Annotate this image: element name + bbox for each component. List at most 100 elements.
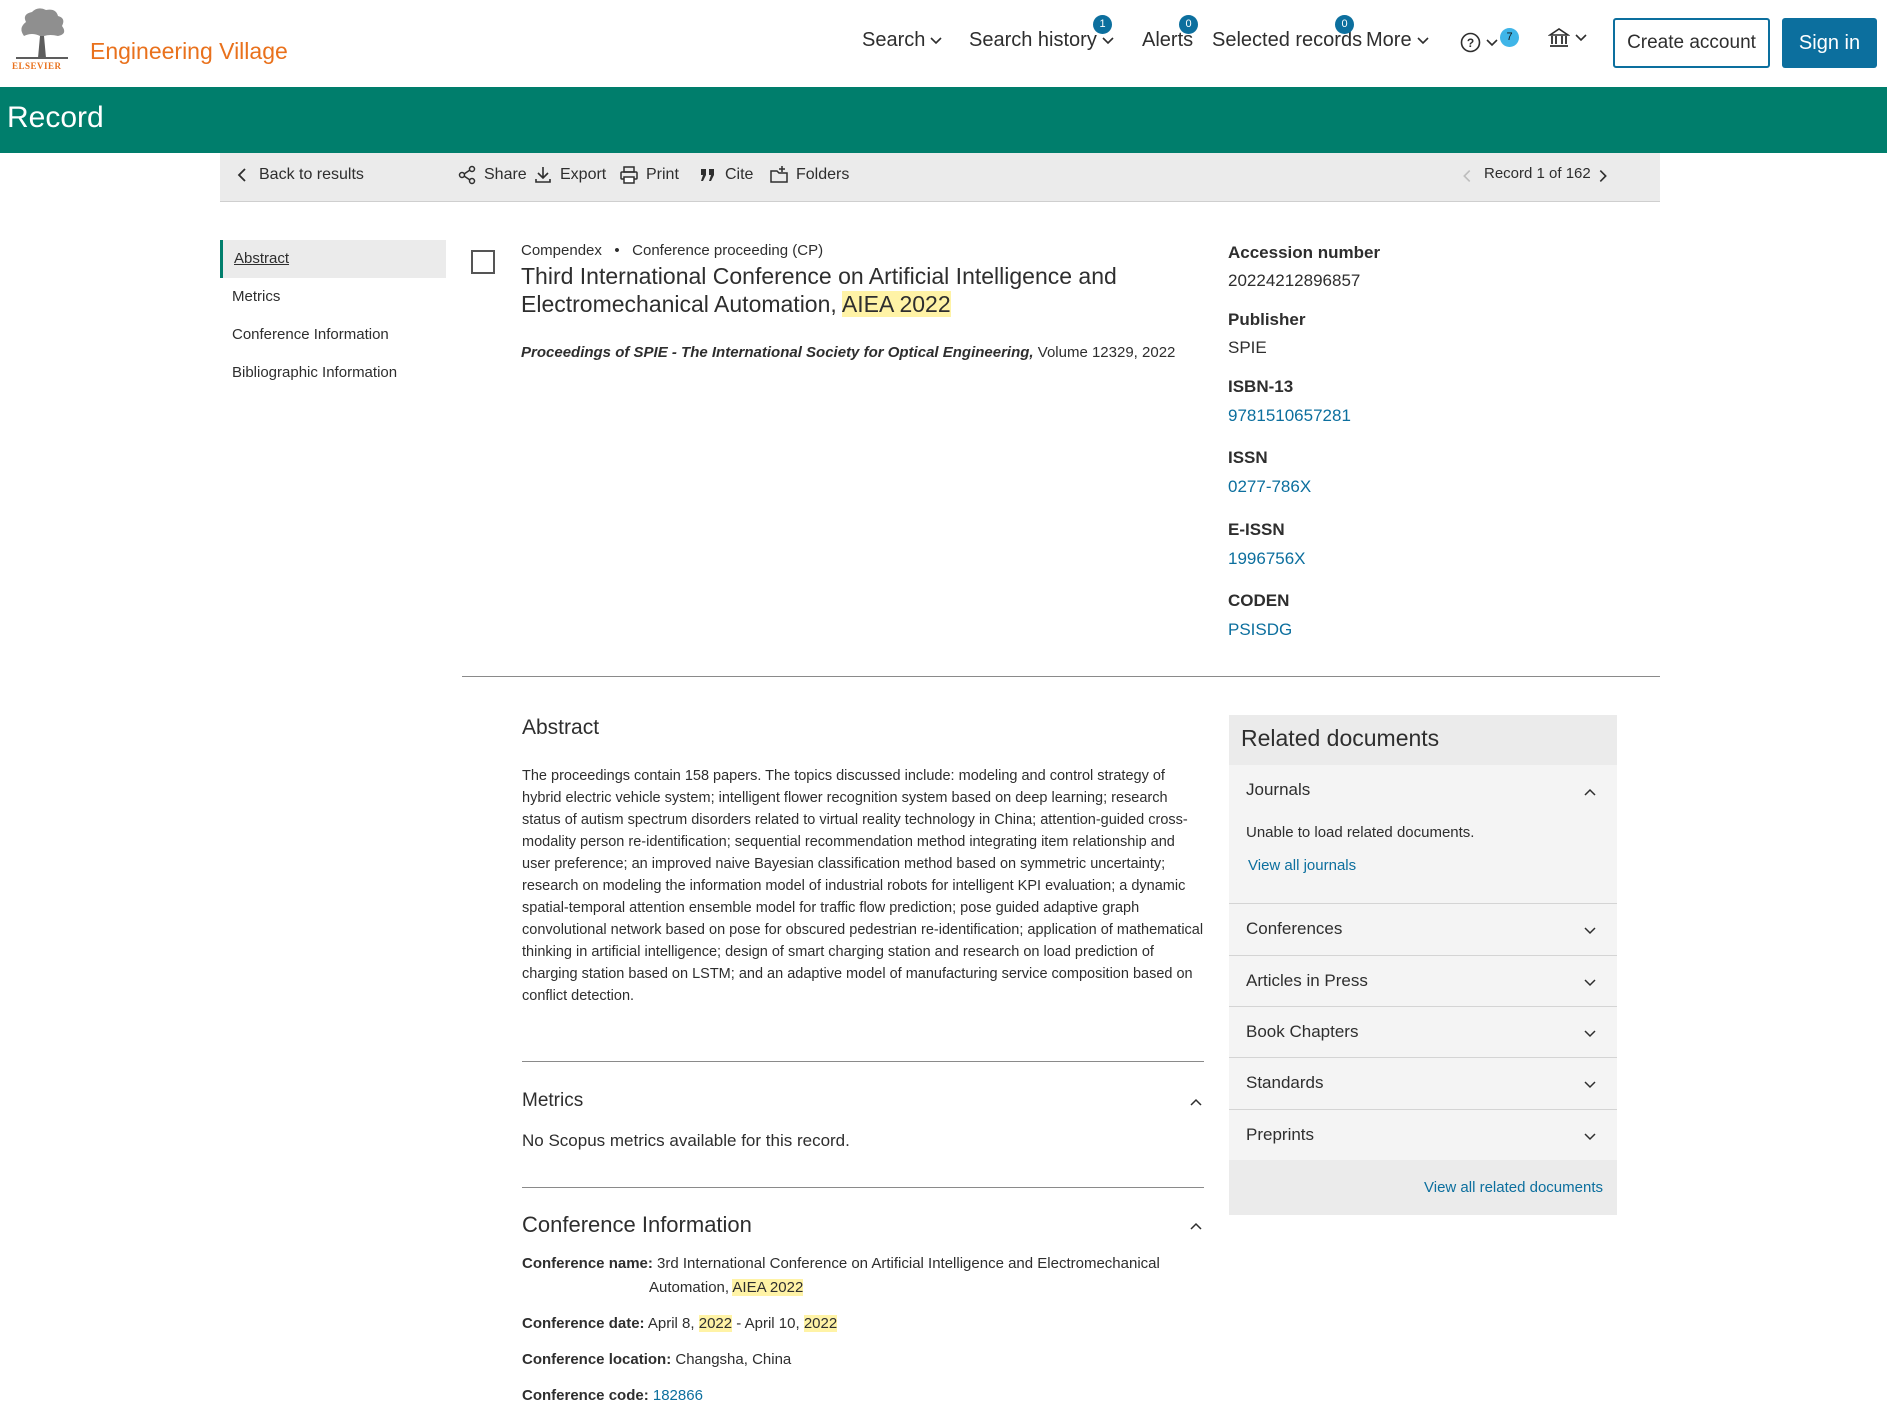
conference-code-label: Conference code:: [522, 1387, 649, 1404]
chevron-left-icon: [237, 168, 246, 182]
conference-date-label: Conference date:: [522, 1315, 645, 1332]
chevron-down-icon: [1584, 1030, 1596, 1038]
cite-button[interactable]: Cite: [698, 165, 753, 185]
conference-name-value-cont: Automation,: [649, 1279, 733, 1296]
next-record-icon[interactable]: [1594, 167, 1612, 185]
sidenav-abstract[interactable]: Abstract: [220, 240, 446, 278]
cite-label: Cite: [725, 166, 754, 183]
nav-help[interactable]: ?: [1460, 32, 1500, 53]
nav-more[interactable]: More: [1366, 29, 1431, 52]
chevron-down-icon: [1102, 36, 1114, 44]
chevron-down-icon: [1417, 36, 1429, 44]
conference-divider: [522, 1187, 1204, 1188]
nav-search-history[interactable]: Search history: [969, 29, 1116, 52]
institution-icon: [1548, 28, 1570, 47]
folder-add-icon: [770, 166, 788, 183]
sidenav-bibliographic-information[interactable]: Bibliographic Information: [220, 354, 446, 392]
record-title-text: Third International Conference on Artifi…: [521, 263, 1117, 317]
conference-date-end: - April 10,: [732, 1315, 804, 1332]
chevron-down-icon: [1584, 979, 1596, 987]
conference-name-row: Conference name: 3rd International Confe…: [522, 1252, 1212, 1276]
elsevier-tree-logo[interactable]: [12, 6, 72, 60]
chevron-down-icon: [930, 36, 942, 44]
conference-code-row: Conference code: 182866: [522, 1384, 703, 1408]
chevron-down-icon: [1575, 34, 1587, 42]
nav-institution[interactable]: [1548, 27, 1589, 49]
share-label: Share: [484, 166, 527, 183]
accession-number-value: 20224212896857: [1228, 271, 1361, 290]
search-history-count-badge: 1: [1093, 15, 1112, 34]
chevron-up-icon[interactable]: [1189, 1095, 1203, 1109]
sidenav-conference-information[interactable]: Conference Information: [220, 316, 446, 354]
download-icon: [535, 167, 551, 183]
select-record-checkbox[interactable]: [471, 250, 495, 274]
nav-search[interactable]: Search: [862, 29, 944, 52]
eissn-label: E-ISSN: [1228, 520, 1285, 539]
issn-link[interactable]: 0277-786X: [1228, 477, 1311, 497]
abstract-heading: Abstract: [522, 716, 600, 739]
view-all-related-documents-link[interactable]: View all related documents: [1424, 1179, 1603, 1196]
share-button[interactable]: Share: [457, 165, 527, 185]
help-count-badge: 7: [1500, 28, 1519, 47]
sidenav-metrics[interactable]: Metrics: [220, 278, 446, 316]
related-conferences-row[interactable]: Conferences: [1229, 903, 1617, 955]
related-book-chapters-label: Book Chapters: [1246, 1022, 1359, 1041]
chevron-up-icon[interactable]: [1189, 1219, 1203, 1233]
share-icon: [458, 165, 476, 185]
conference-location-row: Conference location: Changsha, China: [522, 1348, 791, 1372]
related-book-chapters-row[interactable]: Book Chapters: [1229, 1006, 1617, 1058]
related-standards-row[interactable]: Standards: [1229, 1057, 1617, 1109]
export-label: Export: [560, 166, 607, 183]
nav-more-label: More: [1366, 29, 1412, 51]
folders-button[interactable]: Folders: [769, 165, 849, 185]
svg-text:?: ?: [1467, 36, 1474, 50]
source-title: Proceedings of SPIE - The International …: [521, 344, 1034, 361]
nav-search-history-label: Search history: [969, 29, 1097, 51]
top-header: ELSEVIER Engineering Village Search Sear…: [0, 0, 1887, 87]
conference-code-link[interactable]: 182866: [653, 1387, 703, 1404]
record-title: Third International Conference on Artifi…: [521, 262, 1141, 318]
sign-in-button[interactable]: Sign in: [1782, 18, 1877, 68]
chevron-up-icon[interactable]: [1583, 785, 1597, 799]
record-position: Record 1 of 162: [1484, 165, 1591, 182]
conference-heading[interactable]: Conference Information: [522, 1212, 752, 1238]
export-button[interactable]: Export: [533, 165, 606, 185]
related-preprints-row[interactable]: Preprints: [1229, 1109, 1617, 1161]
help-icon: ?: [1460, 32, 1481, 53]
metrics-divider: [522, 1061, 1204, 1062]
isbn-link[interactable]: 9781510657281: [1228, 406, 1351, 426]
product-name[interactable]: Engineering Village: [90, 38, 288, 65]
record-meta: Compendex • Conference proceeding (CP): [521, 242, 823, 259]
view-all-journals-link[interactable]: View all journals: [1248, 857, 1356, 874]
related-preprints-label: Preprints: [1246, 1125, 1315, 1144]
coden-link[interactable]: PSISDG: [1228, 620, 1292, 640]
publisher-value: SPIE: [1228, 338, 1267, 357]
related-journals-label[interactable]: Journals: [1246, 780, 1310, 800]
conference-name-highlight: AIEA 2022: [732, 1279, 804, 1296]
source-volume-year: Volume 12329, 2022: [1033, 344, 1176, 361]
previous-record-icon[interactable]: [1458, 167, 1476, 185]
related-standards-label: Standards: [1246, 1073, 1324, 1092]
conference-name-row-cont: Automation, AIEA 2022: [649, 1276, 804, 1300]
alerts-count-badge: 0: [1179, 15, 1198, 34]
coden-label: CODEN: [1228, 591, 1290, 610]
conference-date-row: Conference date: April 8, 2022 - April 1…: [522, 1312, 838, 1336]
page-banner: Record: [0, 87, 1887, 153]
back-to-results-link[interactable]: Back to results: [232, 165, 364, 185]
conference-name-label: Conference name:: [522, 1255, 653, 1272]
conference-date-year-start: 2022: [698, 1315, 733, 1332]
print-button[interactable]: Print: [619, 165, 679, 185]
eissn-link[interactable]: 1996756X: [1228, 549, 1306, 569]
conference-location-value: Changsha, China: [675, 1351, 792, 1368]
abstract-text: The proceedings contain 158 papers. The …: [522, 768, 1204, 1004]
back-to-results-label: Back to results: [259, 166, 364, 183]
folders-label: Folders: [796, 166, 850, 183]
section-divider: [462, 676, 1660, 677]
publisher-label: Publisher: [1228, 310, 1306, 329]
metrics-heading[interactable]: Metrics: [522, 1090, 583, 1112]
related-articles-in-press-row[interactable]: Articles in Press: [1229, 955, 1617, 1007]
nav-search-label: Search: [862, 29, 926, 51]
create-account-button[interactable]: Create account: [1613, 18, 1770, 68]
record-toolbar: Back to results Share Export Print Cite …: [220, 153, 1660, 202]
isbn-label: ISBN-13: [1228, 377, 1294, 396]
